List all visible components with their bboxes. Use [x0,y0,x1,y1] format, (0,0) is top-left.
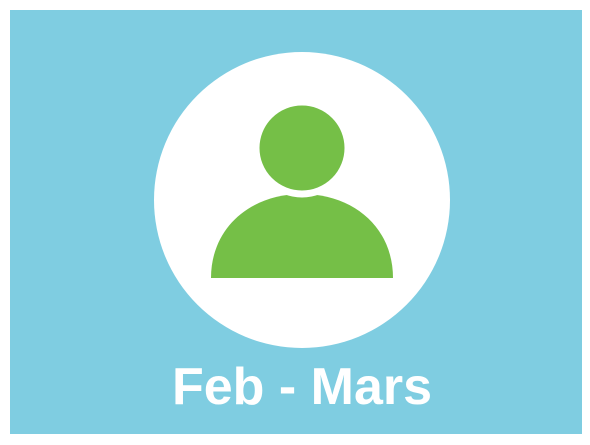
user-icon-head [252,98,352,198]
tile-label: Feb - Mars [171,358,433,416]
avatar [154,52,450,348]
user-icon-body [211,194,393,278]
user-tile[interactable]: Feb - Mars [10,10,582,434]
user-icon [211,98,393,278]
